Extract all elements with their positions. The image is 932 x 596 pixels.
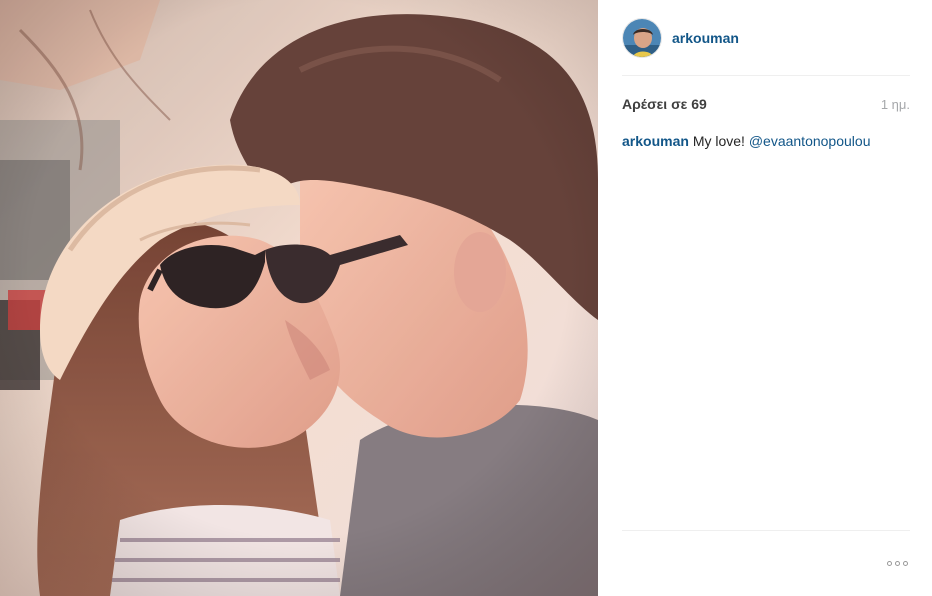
ellipsis-dot — [903, 561, 908, 566]
ellipsis-icon[interactable] — [885, 559, 910, 568]
post-time[interactable]: 1 ημ. — [881, 97, 910, 112]
likes-count[interactable]: Αρέσει σε 69 — [622, 96, 707, 112]
avatar-image — [623, 18, 661, 57]
post-viewer: arkouman Αρέσει σε 69 1 ημ. arkouman My … — [0, 0, 932, 596]
post-photo-image — [0, 0, 598, 596]
avatar[interactable] — [622, 17, 662, 58]
post-caption: arkouman My love! @evaantonopoulou — [622, 132, 910, 150]
post-header: arkouman — [622, 0, 910, 76]
caption-author[interactable]: arkouman — [622, 133, 689, 149]
post-photo[interactable] — [0, 0, 598, 596]
post-side-panel: arkouman Αρέσει σε 69 1 ημ. arkouman My … — [598, 0, 932, 596]
caption-text: My love! — [692, 133, 745, 149]
caption-mention[interactable]: @evaantonopoulou — [749, 133, 871, 149]
ellipsis-dot — [895, 561, 900, 566]
post-meta: Αρέσει σε 69 1 ημ. — [622, 96, 910, 112]
author-username[interactable]: arkouman — [672, 30, 739, 46]
ellipsis-dot — [887, 561, 892, 566]
post-footer — [622, 530, 910, 596]
